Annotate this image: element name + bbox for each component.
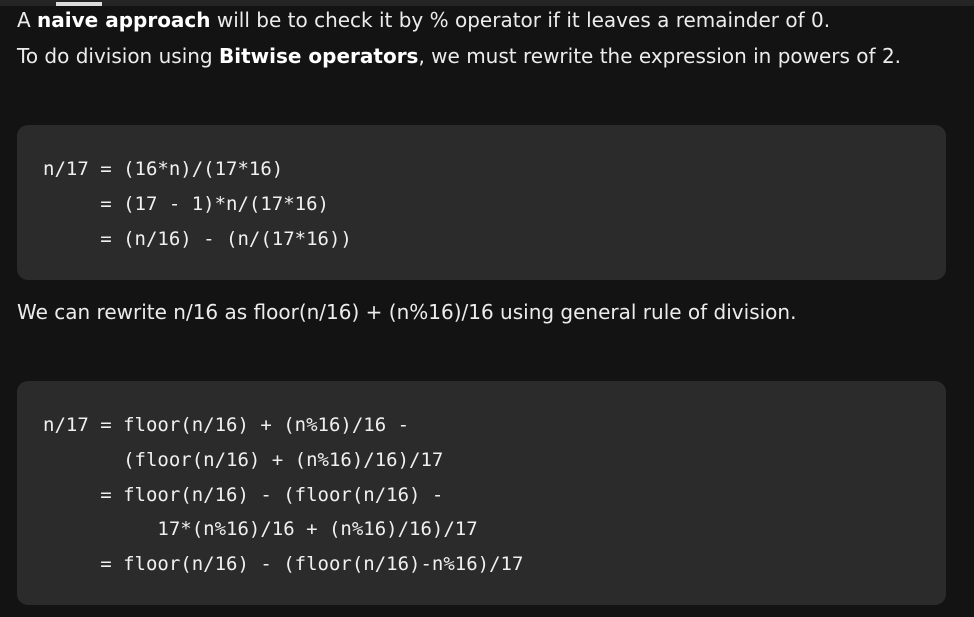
intro-line-2-prefix: To do division using <box>17 44 219 68</box>
code-line: (floor(n/16) + (n%16)/16)/17 <box>43 449 444 471</box>
code-block-floor-derivation: n/17 = floor(n/16) + (n%16)/16 - (floor(… <box>17 381 946 605</box>
code-block-derivation: n/17 = (16*n)/(17*16) = (17 - 1)*n/(17*1… <box>17 125 946 280</box>
code-line: = floor(n/16) - (floor(n/16) - <box>43 484 444 506</box>
top-divider <box>0 0 974 6</box>
intro-line-1: A naive approach will be to check it by … <box>17 7 830 33</box>
code-line: n/17 = (16*n)/(17*16) <box>43 158 284 180</box>
code-line: 17*(n%16)/16 + (n%16)/16)/17 <box>43 518 478 540</box>
rewrite-explanation: We can rewrite n/16 as floor(n/16) + (n%… <box>17 300 797 324</box>
code-line: = (n/16) - (n/(17*16)) <box>43 228 352 250</box>
code-line: = (17 - 1)*n/(17*16) <box>43 193 329 215</box>
code-line: = floor(n/16) - (floor(n/16)-n%16)/17 <box>43 553 524 575</box>
intro-line-2: To do division using Bitwise operators, … <box>17 43 901 69</box>
tab-indicator <box>56 2 102 6</box>
intro-line-1-suffix: will be to check it by % operator if it … <box>210 8 831 32</box>
naive-approach-bold: naive approach <box>37 8 211 32</box>
intro-line-1-prefix: A <box>17 8 38 32</box>
bitwise-operators-bold: Bitwise operators <box>218 44 419 68</box>
code-line: n/17 = floor(n/16) + (n%16)/16 - <box>43 414 410 436</box>
intro-line-2-suffix: , we must rewrite the expression in powe… <box>418 44 902 68</box>
